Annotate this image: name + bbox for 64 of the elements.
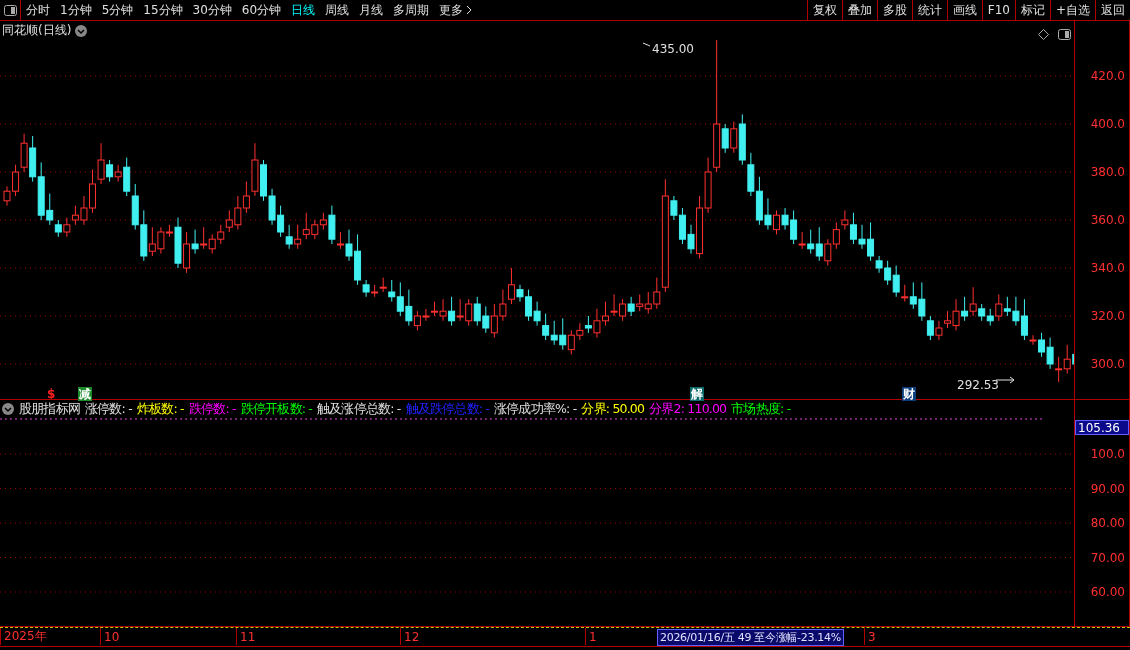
legend-item: 触及涨停总数: -	[317, 401, 401, 416]
legend-item: 分界: 50.00	[581, 401, 645, 416]
date-axis-label: 2025年	[0, 628, 47, 645]
toolbar-button[interactable]: 复权	[806, 0, 842, 20]
panel-toggle-icon[interactable]	[3, 4, 17, 16]
high-price-label: 435.00	[652, 42, 694, 56]
panel-toggle-icon[interactable]	[1058, 29, 1071, 40]
period-tab[interactable]: 更多	[434, 0, 478, 20]
toolbar-button[interactable]: +自选	[1049, 0, 1095, 20]
legend-item: 市场热度: -	[731, 401, 791, 416]
legend-item: 跌停开板数: -	[240, 401, 313, 416]
low-price-label: 292.53	[957, 378, 999, 392]
indicator-axis-label: 80.00	[1090, 516, 1125, 530]
price-axis-label: 360.0	[1090, 213, 1125, 227]
toolbar-button[interactable]: 标记	[1014, 0, 1050, 20]
price-axis-label: 340.0	[1090, 261, 1125, 275]
toolbar-button[interactable]: 画线	[946, 0, 982, 20]
period-tab[interactable]: 1分钟	[55, 0, 97, 20]
date-cursor-label: 2026/01/16/五 49 至今涨幅-23.14%	[657, 629, 844, 646]
period-tab[interactable]: 月线	[354, 0, 389, 20]
legend-item: 涨停成功率%: -	[494, 401, 577, 416]
period-tab[interactable]: 周线	[320, 0, 355, 20]
dropdown-icon[interactable]	[75, 24, 88, 37]
toolbar-button[interactable]: F10	[981, 0, 1015, 20]
period-tab[interactable]: 30分钟	[187, 0, 237, 20]
toolbar-button[interactable]: 多股	[876, 0, 912, 20]
toolbar-button[interactable]: 叠加	[841, 0, 877, 20]
toolbar-button[interactable]: 统计	[911, 0, 947, 20]
date-axis-label: 10	[100, 628, 120, 645]
legend-item: 涨停数: -	[85, 401, 132, 416]
indicator-axis-label: 60.00	[1090, 585, 1125, 599]
indicator-axis-label: 90.00	[1090, 481, 1125, 496]
date-axis-label: 11	[236, 628, 256, 645]
period-tab[interactable]: 5分钟	[96, 0, 139, 20]
indicator-axis-label: 100.0	[1090, 447, 1125, 461]
date-axis-label: 3	[864, 628, 876, 645]
diamond-icon[interactable]	[1038, 29, 1049, 40]
chart-title: 同花顺(日线)	[2, 22, 72, 39]
legend-item: 跌停数: -	[188, 401, 236, 416]
indicator-axis-label: 70.00	[1090, 550, 1125, 565]
signal-badge: 财	[902, 387, 916, 401]
price-axis-label: 400.0	[1090, 117, 1125, 131]
legend-item: 分界2: 110.00	[649, 401, 727, 416]
price-axis-label: 300.0	[1090, 357, 1125, 371]
period-tab[interactable]: 分时	[21, 0, 55, 20]
period-tab[interactable]: 15分钟	[138, 0, 188, 20]
legend-item: 触及跌停总数: -	[405, 401, 490, 416]
date-axis-label: 12	[400, 628, 420, 645]
price-axis-label: 420.0	[1090, 69, 1125, 83]
period-tab[interactable]: 60分钟	[236, 0, 287, 20]
date-axis-label: 1	[585, 628, 597, 645]
signal-badge: 减	[78, 387, 92, 401]
period-tab[interactable]: 日线	[286, 0, 321, 20]
legend-item: 炸板数: -	[136, 401, 184, 416]
dropdown-icon[interactable]	[2, 402, 14, 415]
signal-marker: $	[46, 387, 57, 401]
indicator-name: 股朋指标网	[19, 401, 80, 416]
toolbar-button[interactable]: 返回	[1095, 0, 1130, 20]
period-tab[interactable]: 多周期	[388, 0, 435, 20]
current-value-tag: 105.36	[1075, 420, 1129, 435]
price-axis-label: 320.0	[1090, 309, 1125, 323]
signal-badge: 解	[690, 387, 704, 401]
price-axis-label: 380.0	[1090, 165, 1125, 179]
chevron-right-icon	[466, 5, 473, 15]
